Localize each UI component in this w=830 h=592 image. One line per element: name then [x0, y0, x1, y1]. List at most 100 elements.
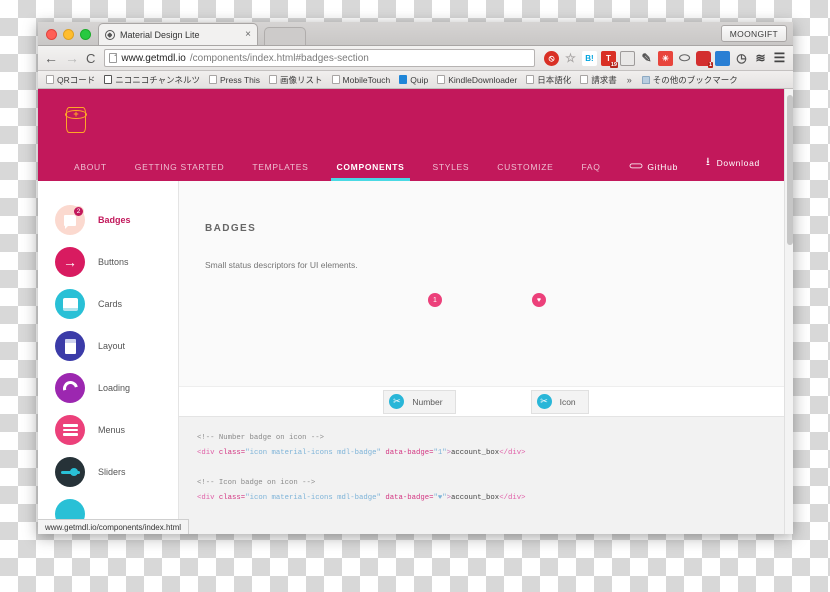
code-val-class-2: "icon material-icons mdl-badge" [245, 494, 385, 502]
site-navigation: ABOUT GETTING STARTED TEMPLATES COMPONEN… [64, 151, 773, 181]
bookmark-item[interactable]: Quip [396, 75, 431, 85]
chrome-menu-icon[interactable]: ☰ [772, 51, 787, 66]
close-window-button[interactable] [46, 29, 57, 40]
history-clock-icon[interactable]: ◷ [734, 51, 749, 66]
badge-value-icon: ♥ [532, 293, 546, 307]
tweetdeck-count: 19 [610, 62, 618, 68]
code-attr-class-1: class= [219, 449, 245, 457]
page-title: BADGES [205, 223, 793, 234]
page-viewport: + ABOUT GETTING STARTED TEMPLATES COMPON… [38, 89, 793, 534]
oval-icon[interactable]: ⬭ [677, 51, 692, 66]
layers-icon[interactable]: ≋ [753, 51, 768, 66]
bookmark-item[interactable]: 日本語化 [523, 74, 574, 86]
scrollbar-thumb[interactable] [787, 95, 793, 245]
nav-item-faq[interactable]: FAQ [567, 162, 614, 181]
bookmark-item[interactable]: 請求書 [577, 74, 620, 86]
tab-icon-label: Icon [560, 397, 576, 407]
download-link[interactable]: ⭳ Download [692, 153, 774, 181]
bookmark-item[interactable]: KindleDownloader [434, 75, 520, 85]
tab-number[interactable]: ✂ Number [383, 390, 455, 414]
evernote-icon[interactable] [715, 51, 730, 66]
mdl-logo-icon[interactable]: + [66, 107, 86, 133]
arrow-right-icon: → [55, 247, 85, 277]
extension-icons: ⦸ ☆ B! T19 ✎ ✳ ⬭ 1 ◷ ≋ ☰ [544, 51, 787, 66]
nav-item-customize[interactable]: CUSTOMIZE [483, 162, 567, 181]
page-info-icon[interactable] [109, 53, 117, 63]
bookmark-item[interactable]: Press This [206, 75, 263, 85]
github-link[interactable]: ⊂⊃ GitHub [615, 161, 692, 181]
page-icon [332, 75, 340, 84]
code-val-class-1: "icon material-icons mdl-badge" [245, 449, 385, 457]
bookmark-star-icon[interactable]: ☆ [563, 51, 578, 66]
component-detail: BADGES Small status descriptors for UI e… [179, 181, 793, 534]
new-tab-button[interactable] [264, 27, 306, 45]
tab-icon[interactable]: ✂ Icon [531, 390, 589, 414]
archive-box-icon[interactable] [620, 51, 635, 66]
slider-track [61, 471, 80, 474]
sidebar-item-layout[interactable]: Layout [38, 325, 178, 367]
nav-item-templates[interactable]: TEMPLATES [238, 162, 322, 181]
reload-icon[interactable]: C [86, 52, 95, 65]
block-popup-icon[interactable]: ⦸ [544, 51, 559, 66]
hatena-bookmark-icon[interactable]: B! [582, 51, 597, 66]
browser-tab-title: Material Design Lite [120, 30, 240, 40]
nav-item-getting-started[interactable]: GETTING STARTED [121, 162, 239, 181]
sidebar-item-loading[interactable]: Loading [38, 367, 178, 409]
site-header: + ABOUT GETTING STARTED TEMPLATES COMPON… [38, 89, 793, 181]
adblock-shield-icon[interactable]: 1 [696, 51, 711, 66]
page-icon [46, 75, 54, 84]
eyedropper-icon[interactable]: ✎ [639, 51, 654, 66]
badge-count: 2 [73, 206, 84, 217]
code-attr-badge-1: data-badge= [385, 449, 433, 457]
sidebar-item-sliders[interactable]: Sliders [38, 451, 178, 493]
profile-button[interactable]: MOONGIFT [721, 25, 787, 42]
page-scrollbar[interactable] [784, 89, 793, 534]
bookmark-item[interactable]: MobileTouch [329, 75, 394, 85]
nav-item-components[interactable]: COMPONENTS [323, 162, 419, 181]
code-attr-badge-2: data-badge= [385, 494, 433, 502]
sidebar-label-buttons: Buttons [98, 257, 129, 267]
component-sidebar: 2 Badges → Buttons Cards Layout [38, 181, 179, 534]
sidebar-item-buttons[interactable]: → Buttons [38, 241, 178, 283]
address-bar[interactable]: www.getmdl.io/components/index.html#badg… [104, 49, 535, 67]
maximize-window-button[interactable] [80, 29, 91, 40]
forward-icon[interactable]: → [65, 51, 79, 65]
red-asterisk-icon[interactable]: ✳ [658, 51, 673, 66]
back-icon[interactable]: ← [44, 51, 58, 65]
nav-item-styles[interactable]: STYLES [418, 162, 483, 181]
code-snippet: <!-- Number badge on icon --> <div class… [179, 416, 793, 534]
bookmarks-bar: QRコード ニコニコチャンネルツ Press This 画像リスト Mobile… [38, 71, 793, 89]
sidebar-label-layout: Layout [98, 341, 125, 351]
mdl-favicon [105, 30, 115, 40]
tweetdeck-icon[interactable]: T19 [601, 51, 616, 66]
bookmark-item[interactable]: QRコード [43, 74, 98, 86]
bookmark-label: KindleDownloader [448, 75, 517, 85]
browser-tab-active[interactable]: Material Design Lite × [98, 23, 258, 45]
bookmark-item[interactable]: 画像リスト [266, 74, 326, 86]
bookmarks-overflow-icon[interactable]: » [623, 75, 636, 85]
minimize-window-button[interactable] [63, 29, 74, 40]
nav-item-about[interactable]: ABOUT [64, 162, 121, 181]
sidebar-item-menus[interactable]: Menus [38, 409, 178, 451]
sidebar-item-cards[interactable]: Cards [38, 283, 178, 325]
bookmark-item[interactable]: ニコニコチャンネルツ [101, 74, 203, 86]
code-val-badge-2: "♥" [433, 494, 446, 502]
browser-toolbar: ← → C www.getmdl.io/components/index.htm… [38, 46, 793, 71]
sidebar-label-sliders: Sliders [98, 467, 126, 477]
loading-spinner-icon [55, 373, 85, 403]
sidebar-item-badges[interactable]: 2 Badges [38, 199, 178, 241]
codepen-icon: ✂ [389, 394, 404, 409]
badges-demo-card: BADGES Small status descriptors for UI e… [179, 181, 793, 534]
adblock-count: 1 [708, 62, 713, 68]
page-description: Small status descriptors for UI elements… [205, 260, 793, 270]
other-bookmarks-folder[interactable]: その他のブックマーク [639, 74, 741, 86]
page-icon [526, 75, 534, 84]
tab-number-label: Number [412, 397, 442, 407]
spinner-ring [60, 378, 80, 398]
browser-window: Material Design Lite × MOONGIFT ← → C ww… [38, 22, 793, 534]
page-icon [437, 75, 445, 84]
menu-bars [63, 422, 78, 438]
close-tab-icon[interactable]: × [245, 30, 251, 40]
bookmark-label: ニコニコチャンネルツ [115, 74, 200, 86]
bookmark-label: 画像リスト [280, 74, 323, 86]
